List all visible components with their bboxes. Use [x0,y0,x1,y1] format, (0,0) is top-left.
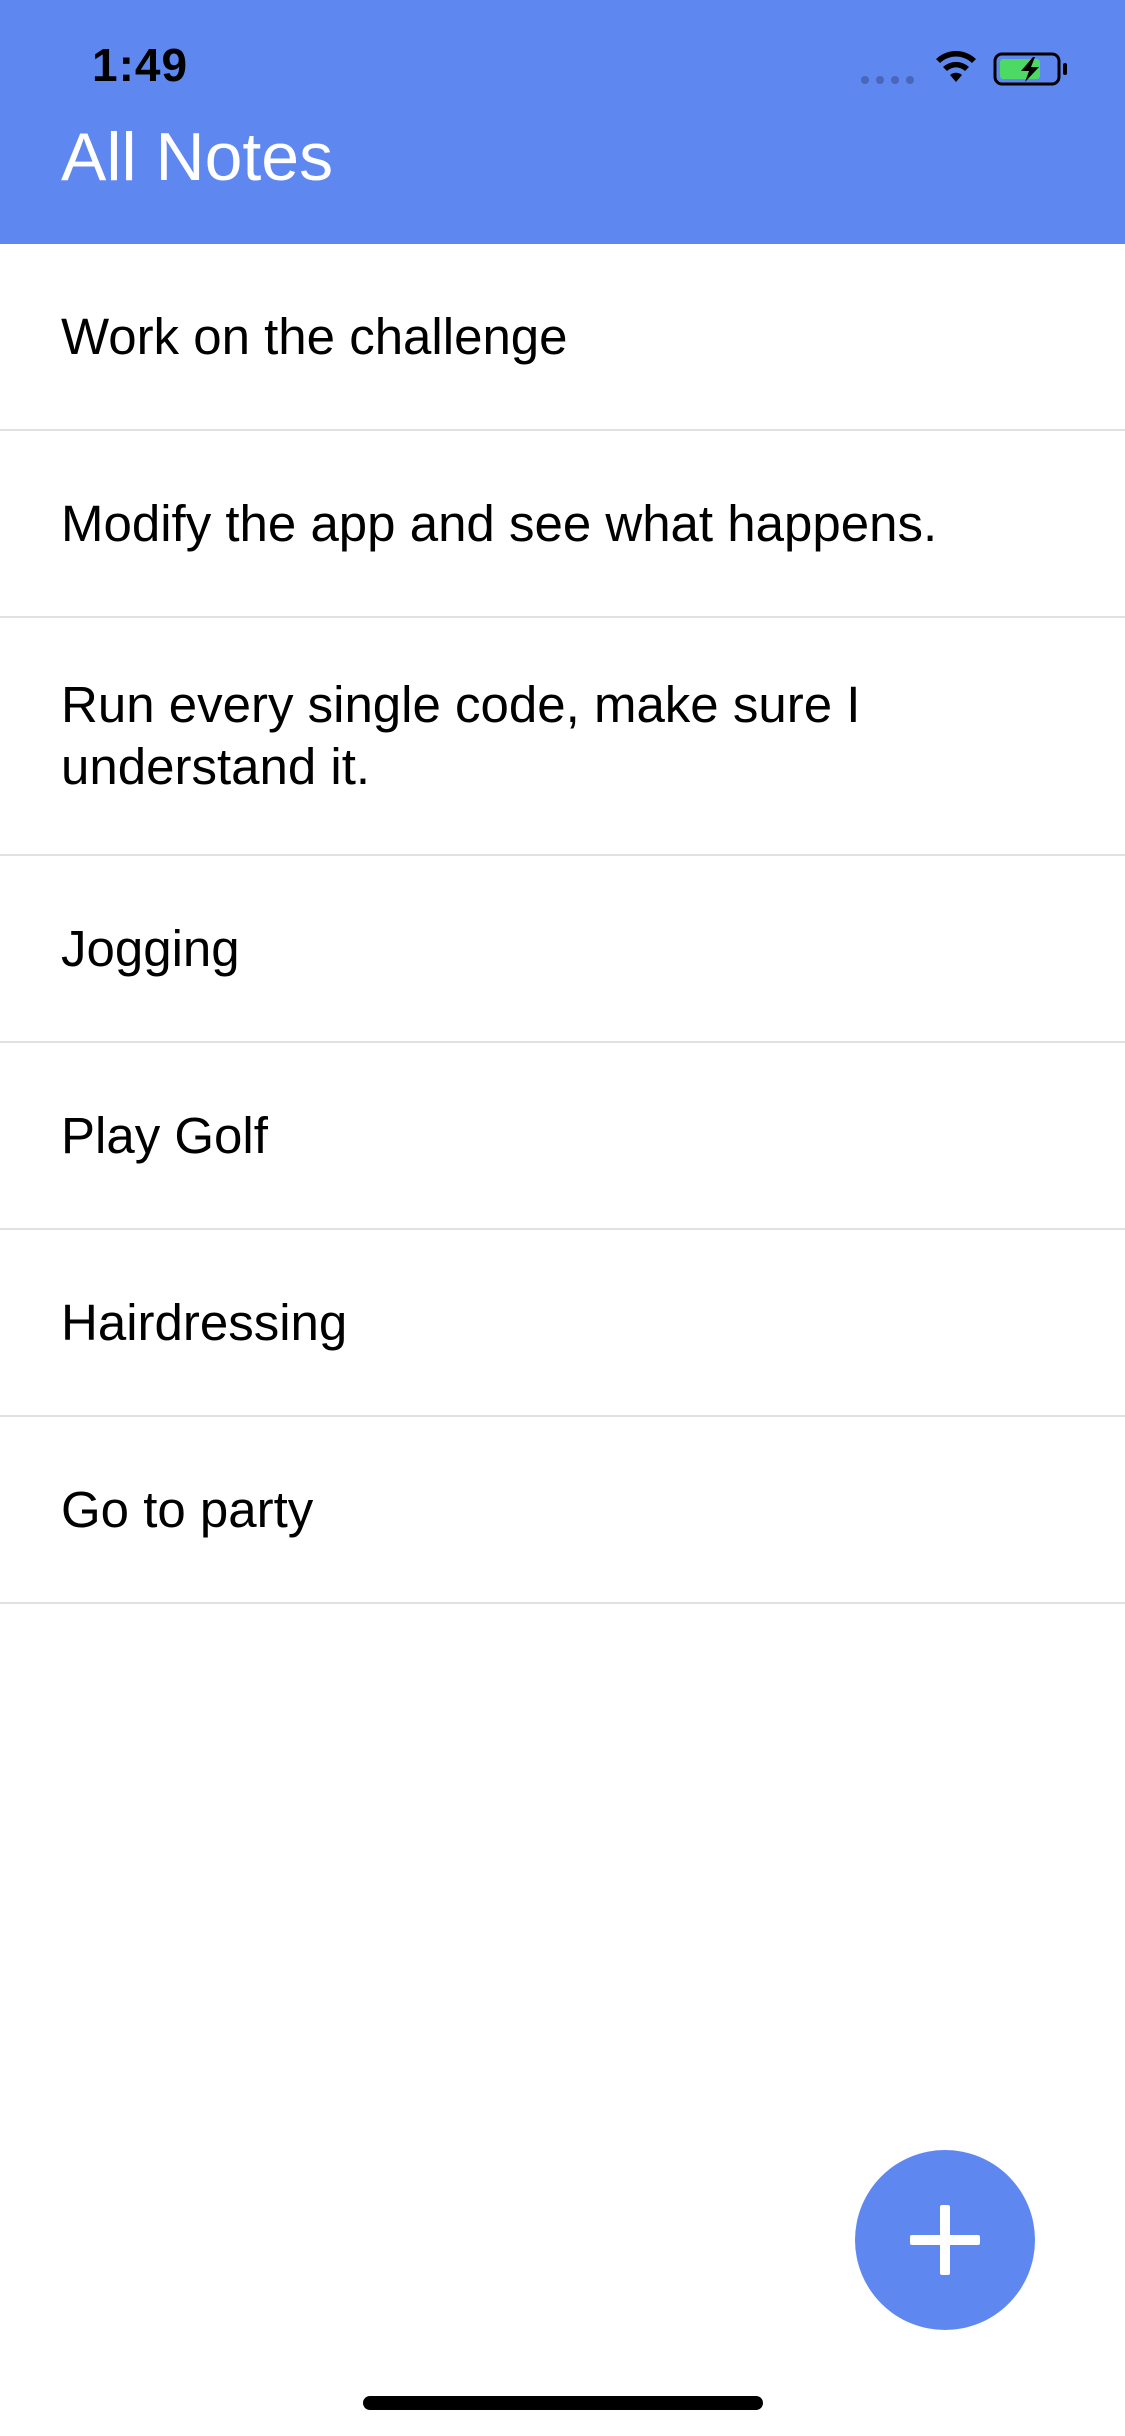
status-icons [861,48,1081,88]
note-item[interactable]: Go to party [0,1417,1125,1604]
note-item[interactable]: Play Golf [0,1043,1125,1230]
note-text: Modify the app and see what happens. [61,494,938,552]
wifi-icon [936,51,976,82]
home-indicator[interactable] [363,2396,763,2410]
note-text: Go to party [61,1480,314,1538]
note-text: Run every single code, make sure I under… [61,676,861,795]
note-item[interactable]: Run every single code, make sure I under… [0,618,1125,856]
plus-icon [910,2205,980,2275]
note-text: Jogging [61,919,240,977]
add-note-button[interactable] [855,2150,1035,2330]
note-text: Work on the challenge [61,307,568,365]
note-text: Hairdressing [61,1293,348,1351]
notes-list: Work on the challenge Modify the app and… [0,244,1125,1604]
note-item[interactable]: Jogging [0,856,1125,1043]
page-title: All Notes [61,119,334,195]
note-item[interactable]: Hairdressing [0,1230,1125,1417]
note-text: Play Golf [61,1106,268,1164]
note-item[interactable]: Work on the challenge [0,244,1125,431]
app-header: 1:49 All Notes [0,0,1125,244]
battery-charging-icon [993,52,1067,86]
status-time: 1:49 [92,39,189,91]
notes-screen: 1:49 All Notes Work on the challenge Mod… [0,0,1125,2436]
signal-dots-icon [861,76,915,84]
note-item[interactable]: Modify the app and see what happens. [0,431,1125,618]
